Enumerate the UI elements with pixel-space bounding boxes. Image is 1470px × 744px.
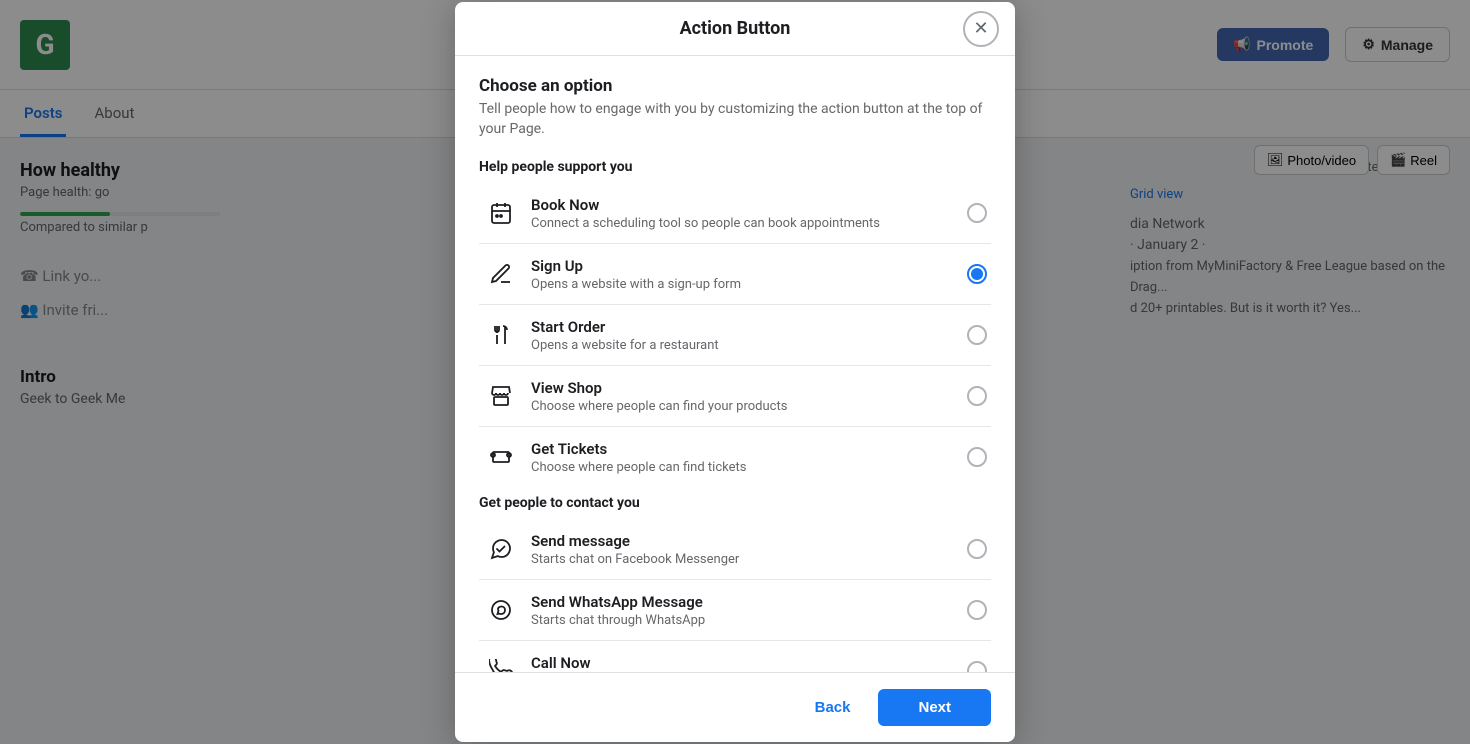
section-support-header: Help people support you (479, 159, 991, 175)
get-tickets-text: Get Tickets Choose where people can find… (531, 440, 959, 475)
close-icon: ✕ (973, 18, 988, 39)
whatsapp-icon (483, 592, 519, 628)
view-shop-radio[interactable] (967, 386, 987, 406)
modal-footer: Back Next (455, 672, 1015, 742)
start-order-radio[interactable] (967, 325, 987, 345)
back-button[interactable]: Back (799, 691, 867, 724)
start-order-label: Start Order (531, 318, 959, 336)
view-shop-label: View Shop (531, 379, 959, 397)
book-now-text: Book Now Connect a scheduling tool so pe… (531, 196, 959, 231)
call-now-radio[interactable] (967, 661, 987, 672)
book-now-radio[interactable] (967, 203, 987, 223)
choose-title: Choose an option (479, 76, 991, 96)
book-now-desc: Connect a scheduling tool so people can … (531, 216, 959, 231)
option-call-now[interactable]: Call Now Starts a phone call (479, 641, 991, 672)
option-book-now[interactable]: Book Now Connect a scheduling tool so pe… (479, 183, 991, 244)
send-message-radio[interactable] (967, 539, 987, 559)
get-tickets-radio[interactable] (967, 447, 987, 467)
modal-header: Action Button ✕ (455, 2, 1015, 56)
send-message-desc: Starts chat on Facebook Messenger (531, 552, 959, 567)
option-get-tickets[interactable]: Get Tickets Choose where people can find… (479, 427, 991, 487)
support-options-list: Book Now Connect a scheduling tool so pe… (479, 183, 991, 487)
get-tickets-desc: Choose where people can find tickets (531, 460, 959, 475)
call-now-label: Call Now (531, 654, 959, 672)
send-message-text: Send message Starts chat on Facebook Mes… (531, 532, 959, 567)
start-order-text: Start Order Opens a website for a restau… (531, 318, 959, 353)
modal-body: Choose an option Tell people how to enga… (455, 56, 1015, 672)
whatsapp-desc: Starts chat through WhatsApp (531, 613, 959, 628)
phone-icon (483, 653, 519, 672)
view-shop-desc: Choose where people can find your produc… (531, 399, 959, 414)
get-tickets-label: Get Tickets (531, 440, 959, 458)
sign-up-label: Sign Up (531, 257, 959, 275)
option-start-order[interactable]: Start Order Opens a website for a restau… (479, 305, 991, 366)
option-send-message[interactable]: Send message Starts chat on Facebook Mes… (479, 519, 991, 580)
call-now-text: Call Now Starts a phone call (531, 654, 959, 672)
whatsapp-radio[interactable] (967, 600, 987, 620)
ticket-icon (483, 439, 519, 475)
view-shop-text: View Shop Choose where people can find y… (531, 379, 959, 414)
sign-up-desc: Opens a website with a sign-up form (531, 277, 959, 292)
messenger-icon (483, 531, 519, 567)
close-button[interactable]: ✕ (963, 11, 999, 47)
sign-up-radio[interactable] (967, 264, 987, 284)
fork-icon (483, 317, 519, 353)
choose-subtitle: Tell people how to engage with you by cu… (479, 100, 991, 139)
book-now-label: Book Now (531, 196, 959, 214)
modal-title: Action Button (680, 18, 791, 39)
pencil-icon (483, 256, 519, 292)
calendar-icon (483, 195, 519, 231)
option-whatsapp[interactable]: Send WhatsApp Message Starts chat throug… (479, 580, 991, 641)
start-order-desc: Opens a website for a restaurant (531, 338, 959, 353)
next-button[interactable]: Next (878, 689, 991, 726)
option-view-shop[interactable]: View Shop Choose where people can find y… (479, 366, 991, 427)
option-sign-up[interactable]: Sign Up Opens a website with a sign-up f… (479, 244, 991, 305)
contact-options-list: Send message Starts chat on Facebook Mes… (479, 519, 991, 672)
send-message-label: Send message (531, 532, 959, 550)
whatsapp-text: Send WhatsApp Message Starts chat throug… (531, 593, 959, 628)
shop-icon (483, 378, 519, 414)
action-button-modal: Action Button ✕ Choose an option Tell pe… (455, 2, 1015, 742)
section-contact-header: Get people to contact you (479, 495, 991, 511)
whatsapp-label: Send WhatsApp Message (531, 593, 959, 611)
sign-up-text: Sign Up Opens a website with a sign-up f… (531, 257, 959, 292)
